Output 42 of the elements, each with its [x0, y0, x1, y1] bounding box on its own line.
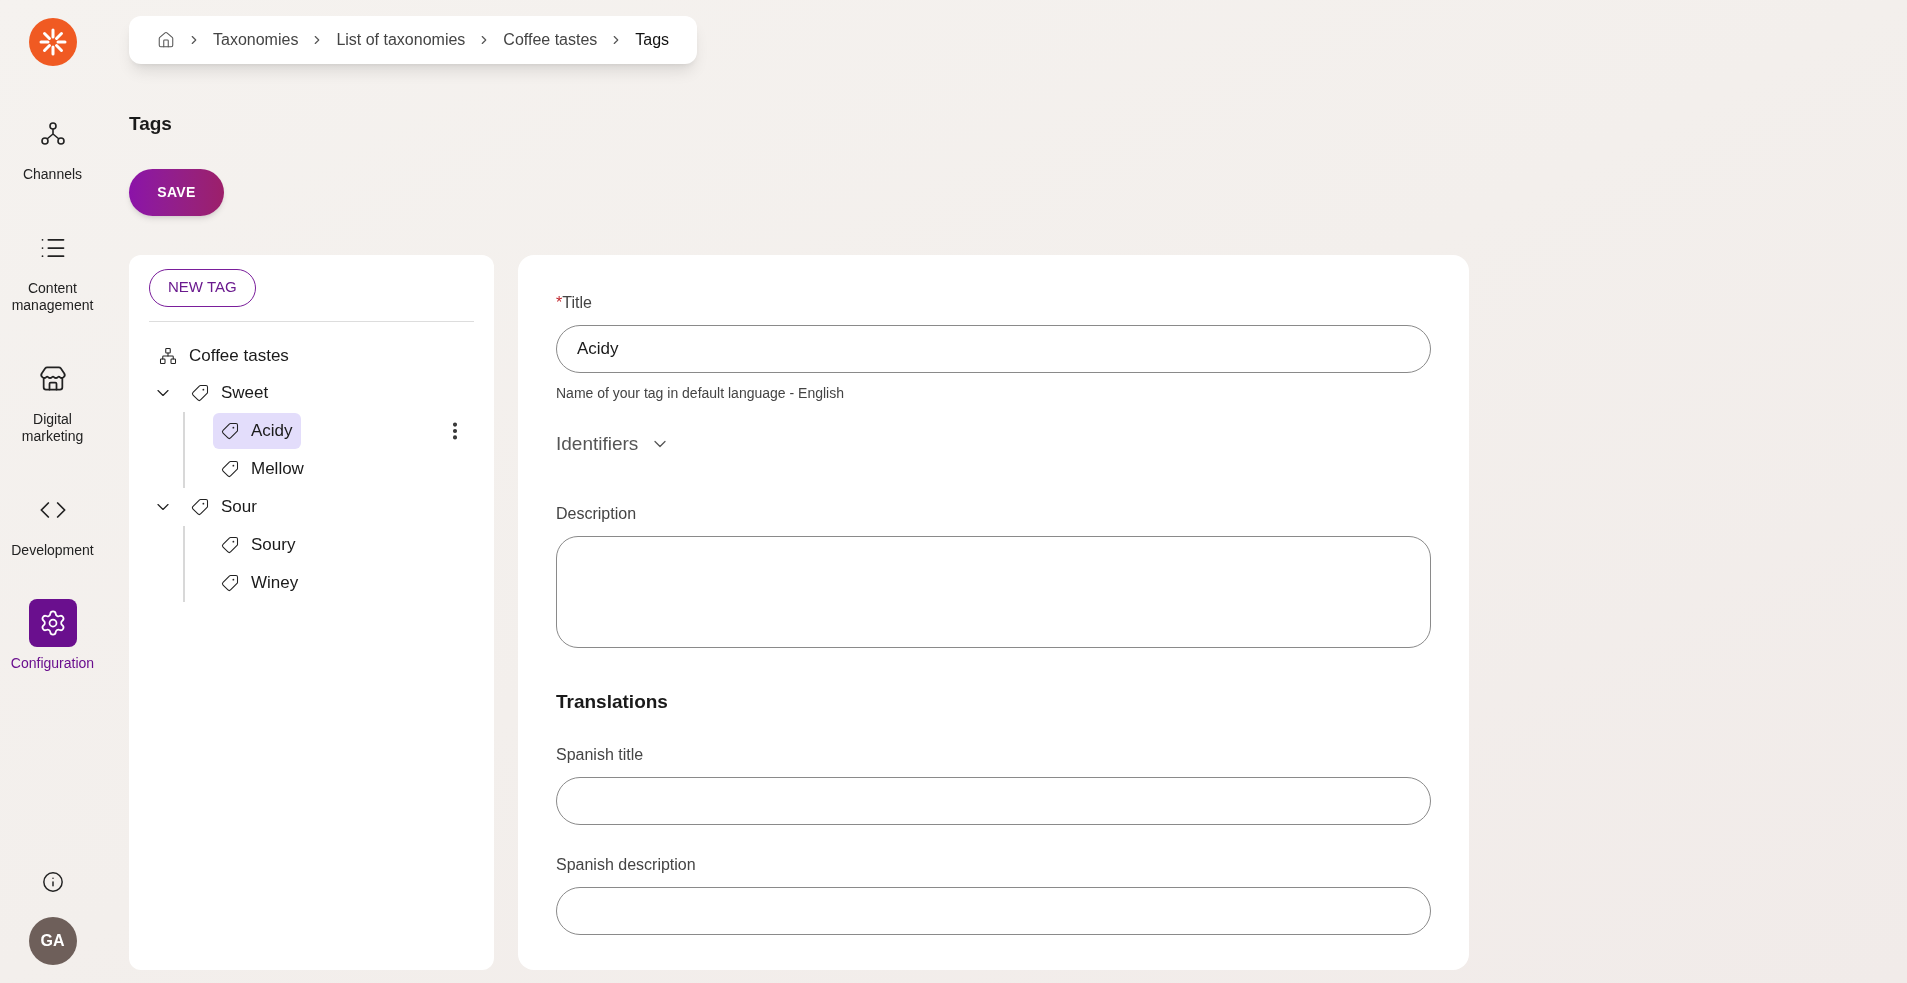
tag-icon: [221, 459, 239, 478]
nav-item[interactable]: Channels: [2, 110, 103, 184]
store-icon: [38, 364, 67, 393]
tag-icon: [191, 383, 209, 402]
tree-item[interactable]: Soury: [213, 526, 304, 563]
tag-icon: [221, 573, 239, 592]
tree-item[interactable]: Acidy: [213, 412, 301, 449]
tag-icon: [221, 535, 239, 554]
info-icon[interactable]: [41, 871, 64, 893]
breadcrumb-link[interactable]: List of taxonomies: [336, 28, 466, 52]
input-field[interactable]: Acidy: [556, 324, 1431, 373]
save-button[interactable]: SAVE: [129, 168, 224, 216]
input-field[interactable]: [556, 886, 1431, 935]
tag-icon: [191, 497, 209, 516]
section-heading: Translations: [556, 690, 669, 714]
page-title: Tags: [129, 112, 173, 136]
user-avatar[interactable]: GA: [28, 917, 77, 965]
home-icon[interactable]: [157, 31, 175, 49]
description-field[interactable]: [556, 536, 1431, 648]
nav-item[interactable]: Digital marketing: [2, 354, 103, 446]
field-label: *Title: [556, 292, 593, 313]
field-label: Spanish title: [556, 744, 645, 765]
tree-item[interactable]: Sweet: [183, 374, 277, 411]
nav-item[interactable]: Content management: [2, 223, 103, 315]
input-field[interactable]: [556, 776, 1431, 825]
logo-icon[interactable]: [28, 18, 77, 66]
nav-item[interactable]: Configuration: [2, 599, 103, 673]
breadcrumb-link[interactable]: Coffee tastes: [503, 28, 598, 52]
tree-item[interactable]: Winey: [213, 564, 307, 601]
identifiers-toggle[interactable]: Identifiers: [556, 429, 671, 458]
hierarchy-icon: [159, 346, 177, 365]
nodes-icon: [38, 120, 67, 148]
breadcrumb-link[interactable]: Tags: [635, 28, 670, 52]
tree-item[interactable]: Sour: [183, 488, 265, 525]
tree-item[interactable]: Mellow: [213, 450, 312, 487]
field-label: Description: [556, 504, 638, 524]
tag-icon: [221, 421, 239, 440]
field-label: Spanish description: [556, 854, 697, 875]
tree-root[interactable]: Coffee tastes: [189, 342, 289, 369]
breadcrumb-link[interactable]: Taxonomies: [213, 28, 299, 52]
help-text: Name of your tag in default language - English: [556, 383, 845, 403]
nav-item[interactable]: Development: [2, 485, 103, 559]
